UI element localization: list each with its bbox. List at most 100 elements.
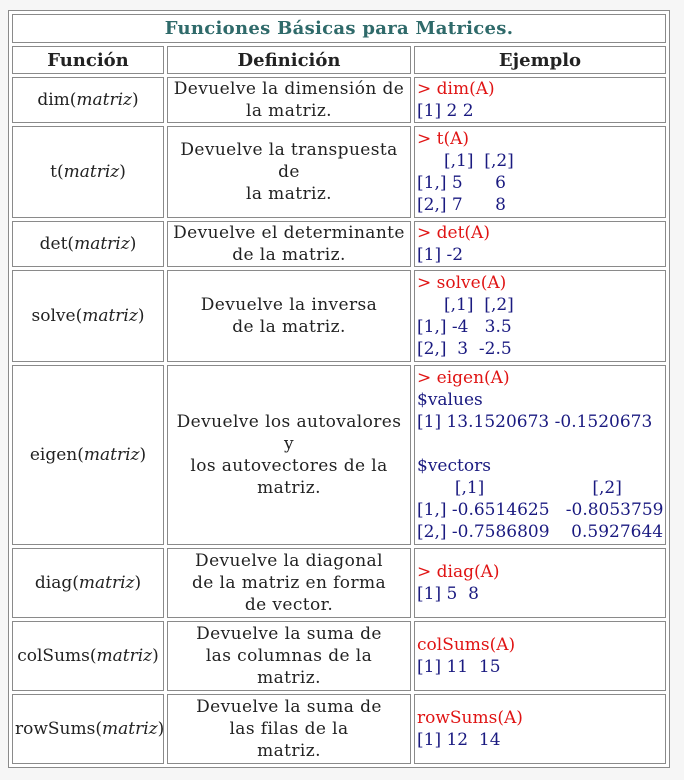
function-cell: eigen(matriz) <box>12 365 164 545</box>
header-funcion: Función <box>12 46 164 74</box>
function-name: t( <box>50 162 64 182</box>
example-cell: > solve(A) [,1] [,2] [1,] -4 3.5 [2,] 3 -2… <box>414 270 666 362</box>
table-row: t(matriz) Devuelve la transpuesta de la ma… <box>12 126 666 218</box>
definition-line: matriz. <box>257 668 321 688</box>
definition-line: la matriz. <box>246 184 332 204</box>
function-cell: dim(matriz) <box>12 77 164 123</box>
definition-line: de la matriz. <box>232 245 346 265</box>
function-argument: matriz <box>82 306 138 326</box>
header-definicion: Definición <box>167 46 411 74</box>
table-body: dim(matriz) Devuelve la dimensión de la ma… <box>12 77 666 764</box>
definition-line: Devuelve la dimensión de <box>173 79 405 99</box>
function-cell: t(matriz) <box>12 126 164 218</box>
function-name: colSums( <box>17 646 97 666</box>
definition-line: Devuelve la suma de <box>196 624 382 644</box>
table-row: solve(matriz) Devuelve la inversa de la ma… <box>12 270 666 362</box>
example-command: colSums(A) <box>417 635 516 655</box>
definition-cell: Devuelve los autovalores y los autovector… <box>167 365 411 545</box>
function-close-paren: ) <box>132 90 139 110</box>
function-argument: matriz <box>74 234 130 254</box>
function-argument: matriz <box>63 162 120 182</box>
example-output-line: [1] 13.1520673 -0.1520673 <box>417 412 653 432</box>
function-argument: matriz <box>96 646 153 666</box>
function-close-paren: ) <box>139 445 147 465</box>
definition-line: de la matriz. <box>232 317 346 337</box>
definition-cell: Devuelve la transpuesta de la matriz. <box>167 126 411 218</box>
definition-cell: Devuelve la suma de las filas de la matriz… <box>167 694 411 764</box>
table-row: diag(matriz) Devuelve la diagonal de la ma… <box>12 548 666 618</box>
function-argument: matriz <box>101 719 158 739</box>
definition-cell: Devuelve el determinante de la matriz. <box>167 221 411 267</box>
definition-line: de vector. <box>244 595 334 615</box>
example-output-line: [2,] -0.7586809 0.5927644 <box>417 522 664 542</box>
definition-line: la matriz. <box>246 101 332 121</box>
function-argument: matriz <box>76 90 133 110</box>
definition-cell: Devuelve la suma de las columnas de la mat… <box>167 621 411 691</box>
example-command: rowSums(A) <box>417 708 523 728</box>
example-output-line: [1] 12 14 <box>417 730 501 750</box>
example-output-line: $vectors <box>417 456 491 476</box>
definition-line: las columnas de la <box>205 646 373 666</box>
example-output-line <box>417 433 663 455</box>
function-close-paren: ) <box>129 234 137 254</box>
example-output-line: $values <box>417 390 483 410</box>
function-name: solve( <box>31 306 83 326</box>
table-row: colSums(matriz) Devuelve la suma de las co… <box>12 621 666 691</box>
example-command: > solve(A) <box>417 273 507 293</box>
example-cell: > eigen(A) $values [1] 13.1520673 -0.15206… <box>414 365 666 545</box>
example-output-line: [1,] -0.6514625 -0.8053759 <box>417 500 664 520</box>
function-close-paren: ) <box>157 719 165 739</box>
table-row: eigen(matriz) Devuelve los autovalores yl… <box>12 365 666 545</box>
example-command: > dim(A) <box>417 79 495 99</box>
function-name: eigen( <box>29 445 84 465</box>
definition-cell: Devuelve la diagonal de la matriz en form… <box>167 548 411 618</box>
function-cell: rowSums(matriz) <box>12 694 164 764</box>
table-title: Funciones Básicas para Matrices. <box>12 14 666 43</box>
function-argument: matriz <box>78 573 135 593</box>
definition-line: matriz. <box>257 478 321 498</box>
definition-line: matriz. <box>257 741 321 761</box>
function-close-paren: ) <box>152 646 159 666</box>
example-command: > eigen(A) <box>417 368 510 388</box>
function-cell: det(matriz) <box>12 221 164 267</box>
definition-line: Devuelve la diagonal <box>195 551 383 571</box>
function-argument: matriz <box>83 445 140 465</box>
definition-line: las filas de la <box>229 719 349 739</box>
definition-cell: Devuelve la inversa de la matriz. <box>167 270 411 362</box>
example-cell: > t(A) [,1] [,2] [1,] 5 6 [2,] 7 8 <box>414 126 666 218</box>
example-cell: rowSums(A) [1] 12 14 <box>414 694 666 764</box>
function-cell: colSums(matriz) <box>12 621 164 691</box>
example-output-line: [,1] [,2] <box>417 478 622 498</box>
example-output-line: [1] 2 2 <box>417 101 474 121</box>
example-output-line: [2,] 3 -2.5 <box>417 339 512 359</box>
function-close-paren: ) <box>137 306 145 326</box>
example-output-line: [,1] [,2] <box>417 295 514 315</box>
example-command: > diag(A) <box>417 562 500 582</box>
definition-line: Devuelve la transpuesta de <box>180 140 398 182</box>
example-cell: > diag(A) [1] 5 8 <box>414 548 666 618</box>
definition-line: de la matriz en forma <box>191 573 387 593</box>
example-output-line: [1,] 5 6 <box>417 173 506 193</box>
example-cell: > dim(A) [1] 2 2 <box>414 77 666 123</box>
example-output-line: [2,] 7 8 <box>417 195 506 215</box>
function-close-paren: ) <box>134 573 142 593</box>
definition-line: los autovectores de la <box>190 456 388 476</box>
function-name: rowSums( <box>15 719 102 739</box>
example-command: > t(A) <box>417 129 470 149</box>
header-ejemplo: Ejemplo <box>414 46 666 74</box>
table-row: rowSums(matriz) Devuelve la suma de las fi… <box>12 694 666 764</box>
function-name: diag( <box>34 573 79 593</box>
function-cell: solve(matriz) <box>12 270 164 362</box>
example-output-line: [,1] [,2] <box>417 151 514 171</box>
example-output-line: [1] 11 15 <box>417 657 501 677</box>
table-row: det(matriz) Devuelve el determinante de la… <box>12 221 666 267</box>
function-close-paren: ) <box>119 162 126 182</box>
table-row: dim(matriz) Devuelve la dimensión de la ma… <box>12 77 666 123</box>
example-output-line: [1] 5 8 <box>417 584 479 604</box>
function-cell: diag(matriz) <box>12 548 164 618</box>
definition-line: Devuelve los autovalores y <box>176 412 402 454</box>
example-output-line: [1] -2 <box>417 245 464 265</box>
definition-line: Devuelve la suma de <box>196 697 382 717</box>
function-name: dim( <box>37 90 77 110</box>
example-cell: colSums(A) [1] 11 15 <box>414 621 666 691</box>
